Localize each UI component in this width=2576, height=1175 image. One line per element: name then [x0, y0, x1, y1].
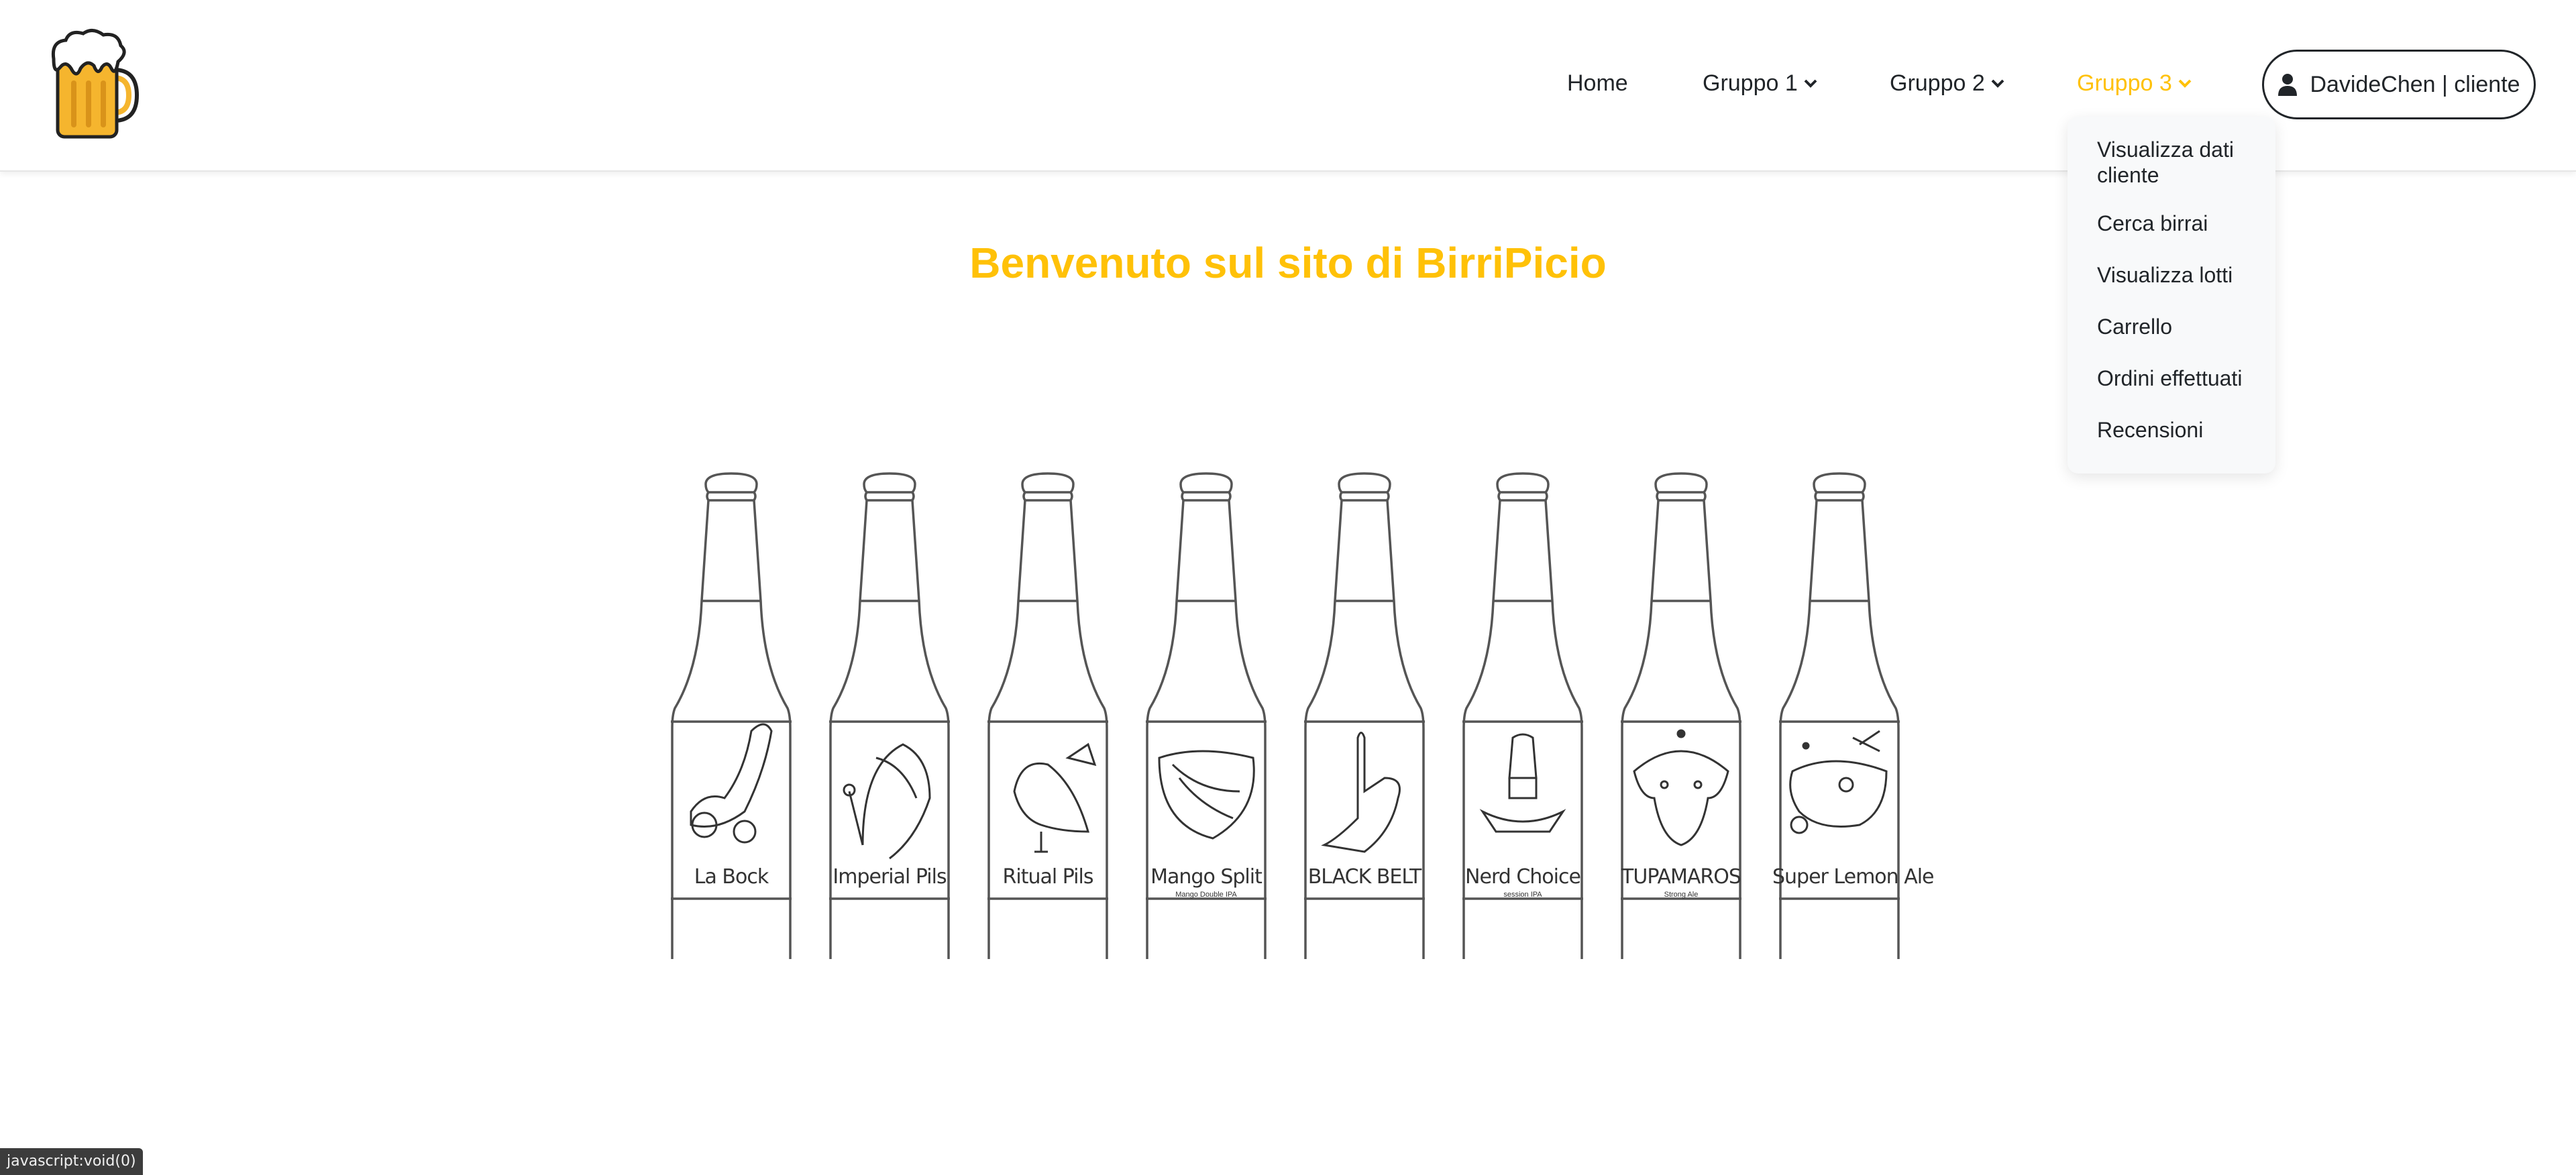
beer-mug-logo[interactable] [51, 28, 140, 141]
user-icon [2278, 74, 2298, 96]
bottle-label: Mango Split [1150, 865, 1263, 889]
nav-gruppo-1[interactable]: Gruppo 1 [1703, 67, 1818, 99]
bottle-black-belt: BLACK BELT [1297, 469, 1432, 1044]
bottle-label: Nerd Choice [1465, 865, 1581, 889]
bottle-sublabel: session IPA [1503, 891, 1542, 899]
bottle-sublabel: Strong Ale [1664, 891, 1699, 899]
bottle-sublabel: Mango Double IPA [1175, 891, 1237, 899]
dropdown-item-carrello[interactable]: Carrello [2068, 314, 2275, 366]
bottle-label: TUPAMAROS [1621, 865, 1741, 889]
nav-gruppo-2[interactable]: Gruppo 2 [1890, 67, 2005, 99]
chevron-down-icon [2178, 79, 2192, 88]
bottle-label: Ritual Pils [1002, 865, 1094, 889]
nav-gruppo-3-label: Gruppo 3 [2077, 70, 2172, 96]
page-title: Benvenuto sul sito di BirriPicio [969, 239, 1607, 287]
bottle-la-bock: La Bock [664, 469, 798, 1044]
dropdown-item-recensioni[interactable]: Recensioni [2068, 417, 2275, 469]
user-account-label: DavideChen | cliente [2310, 71, 2520, 97]
bottle-tupamaros: TUPAMAROS Strong Ale [1614, 469, 1748, 1044]
gruppo-3-dropdown-menu: Visualizza dati cliente Cerca birrai Vis… [2068, 117, 2275, 473]
bottle-mango-split: Mango Split Mango Double IPA [1139, 469, 1273, 1044]
user-account-button[interactable]: DavideChen | cliente [2262, 50, 2536, 119]
browser-status-bar: javascript:void(0) [0, 1148, 143, 1175]
bottle-ritual-pils: Ritual Pils [981, 469, 1115, 1044]
chevron-down-icon [1991, 79, 2004, 88]
bottle-nerd-choice: Nerd Choice session IPA [1456, 469, 1590, 1044]
nav-gruppo-3[interactable]: Gruppo 3 [2077, 67, 2192, 99]
nav-gruppo-2-label: Gruppo 2 [1890, 70, 1985, 96]
dropdown-item-visualizza-dati-cliente[interactable]: Visualizza dati cliente [2068, 137, 2275, 211]
bottle-label: Super Lemon Ale [1772, 865, 1935, 889]
bottle-label: BLACK BELT [1307, 865, 1422, 889]
nav-home-label: Home [1567, 70, 1628, 96]
bottle-super-lemon-ale: Super Lemon Ale [1772, 469, 1935, 1044]
chevron-down-icon [1804, 79, 1817, 88]
bottle-label: La Bock [694, 865, 769, 889]
nav-home[interactable]: Home [1567, 67, 1628, 99]
nav-gruppo-1-label: Gruppo 1 [1703, 70, 1798, 96]
dropdown-item-ordini-effettuati[interactable]: Ordini effettuati [2068, 366, 2275, 417]
beer-bottles-illustration: La Bock Imperial Pils Ritual Pils Mango … [664, 469, 1935, 1044]
bottle-label: Imperial Pils [833, 865, 947, 889]
bottle-imperial-pils: Imperial Pils [822, 469, 957, 1044]
